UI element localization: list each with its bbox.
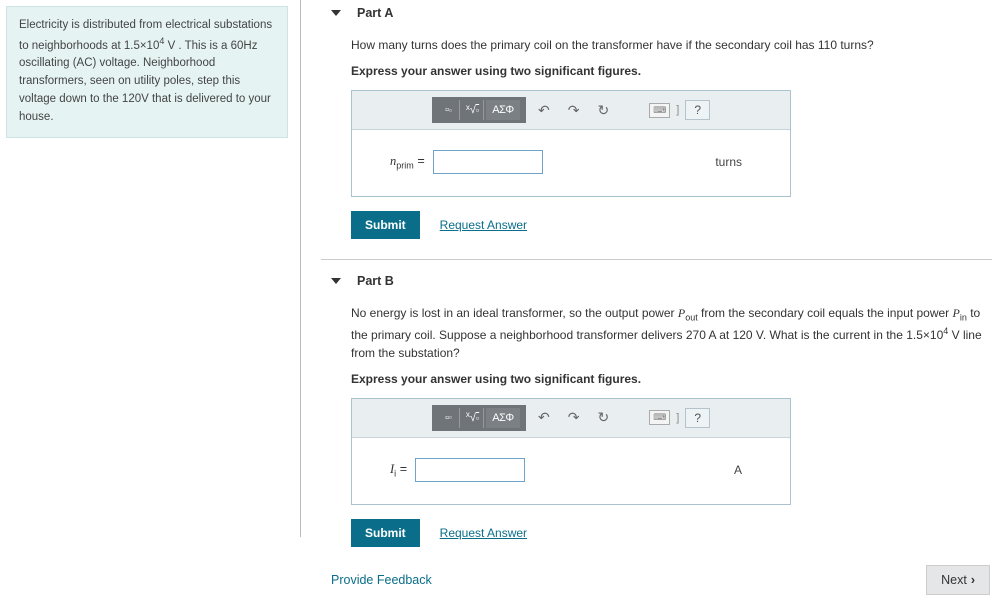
- part-a-variable: nprim =: [390, 154, 425, 171]
- problem-statement: Electricity is distributed from electric…: [6, 6, 288, 138]
- part-a-input[interactable]: [433, 150, 543, 174]
- redo-icon[interactable]: ↷: [562, 409, 586, 426]
- part-b-title: Part B: [357, 274, 394, 288]
- next-button[interactable]: Next ›: [926, 565, 990, 595]
- part-a-instruction: Express your answer using two significan…: [351, 64, 992, 78]
- part-a: Part A How many turns does the primary c…: [331, 6, 992, 239]
- part-b-variable: Ii =: [390, 462, 407, 479]
- sqrt-icon[interactable]: x√▫: [462, 408, 484, 428]
- help-icon[interactable]: ?: [685, 100, 710, 120]
- part-b-input[interactable]: [415, 458, 525, 482]
- part-a-answer-panel: ▫▫ x√▫ ΑΣΦ ↶ ↷ ↻ ⌨ ] ? nprim =: [351, 90, 791, 197]
- reset-icon[interactable]: ↻: [591, 102, 615, 119]
- part-a-title: Part A: [357, 6, 393, 20]
- part-b-instruction: Express your answer using two significan…: [351, 372, 992, 386]
- undo-icon[interactable]: ↶: [532, 409, 556, 426]
- provide-feedback-link[interactable]: Provide Feedback: [331, 573, 432, 587]
- part-a-toolbar: ▫▫ x√▫ ΑΣΦ ↶ ↷ ↻ ⌨ ] ?: [352, 91, 790, 130]
- sqrt-icon[interactable]: x√▫: [462, 100, 484, 120]
- part-a-unit: turns: [715, 155, 742, 169]
- part-b-submit-button[interactable]: Submit: [351, 519, 420, 547]
- template-icon[interactable]: ▫▫: [438, 100, 460, 120]
- template-icon[interactable]: ▫▫: [438, 408, 460, 428]
- keyboard-icon[interactable]: ⌨: [649, 410, 670, 425]
- caret-down-icon: [331, 278, 341, 284]
- part-b-toolbar: ▫▫ x√▫ ΑΣΦ ↶ ↷ ↻ ⌨ ] ?: [352, 399, 790, 438]
- caret-down-icon: [331, 10, 341, 16]
- redo-icon[interactable]: ↷: [562, 102, 586, 119]
- part-b-question: No energy is lost in an ideal transforme…: [351, 304, 992, 362]
- greek-icon[interactable]: ΑΣΦ: [486, 408, 520, 428]
- part-a-question: How many turns does the primary coil on …: [351, 36, 992, 54]
- part-b-request-answer[interactable]: Request Answer: [440, 526, 527, 540]
- part-a-request-answer[interactable]: Request Answer: [440, 218, 527, 232]
- chevron-right-icon: ›: [971, 573, 975, 587]
- part-b-header[interactable]: Part B: [331, 274, 992, 288]
- keyboard-icon[interactable]: ⌨: [649, 103, 670, 118]
- part-divider: [321, 259, 992, 260]
- part-b-answer-panel: ▫▫ x√▫ ΑΣΦ ↶ ↷ ↻ ⌨ ] ? Ii =: [351, 398, 791, 505]
- part-a-header[interactable]: Part A: [331, 6, 992, 20]
- reset-icon[interactable]: ↻: [591, 409, 615, 426]
- part-b: Part B No energy is lost in an ideal tra…: [331, 274, 992, 547]
- greek-icon[interactable]: ΑΣΦ: [486, 100, 520, 120]
- help-icon[interactable]: ?: [685, 408, 710, 428]
- part-a-submit-button[interactable]: Submit: [351, 211, 420, 239]
- undo-icon[interactable]: ↶: [532, 102, 556, 119]
- part-b-unit: A: [734, 463, 742, 477]
